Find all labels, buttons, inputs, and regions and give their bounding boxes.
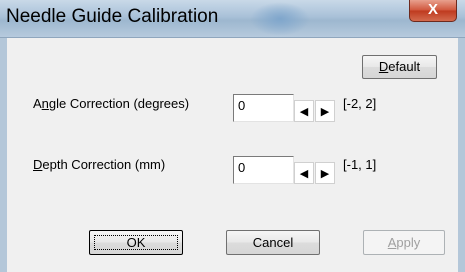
angle-increment-button[interactable]: ▶	[315, 100, 335, 122]
title-bar[interactable]: Needle Guide Calibration X	[0, 0, 465, 38]
default-button[interactable]: Default	[362, 55, 437, 79]
default-button-mnemonic: D	[378, 59, 389, 74]
window-border-left	[0, 38, 7, 272]
triangle-right-icon: ▶	[320, 167, 330, 180]
depth-correction-input[interactable]: 0	[233, 156, 294, 184]
angle-range: [-2, 2]	[343, 96, 377, 111]
angle-correction-label: Angle Correction (degrees)	[33, 96, 190, 111]
close-button[interactable]: X	[409, 0, 457, 22]
focus-rectangle	[94, 235, 178, 250]
apply-button[interactable]: Apply	[363, 230, 445, 255]
close-icon: X	[427, 1, 438, 18]
apply-button-label: pply	[396, 235, 421, 250]
depth-range: [-1, 1]	[343, 157, 377, 172]
window-title: Needle Guide Calibration	[6, 6, 219, 27]
dialog-body: Default Angle Correction (degrees) 0 ◀ ▶…	[7, 38, 458, 272]
angle-correction-input[interactable]: 0	[233, 94, 294, 122]
triangle-right-icon: ▶	[320, 105, 330, 118]
title-bar-glow	[250, 2, 310, 36]
triangle-left-icon: ◀	[299, 105, 309, 118]
cancel-button[interactable]: Cancel	[226, 230, 320, 255]
window-border-right	[458, 38, 465, 272]
angle-decrement-button[interactable]: ◀	[294, 100, 314, 122]
cancel-button-label: Cancel	[252, 235, 294, 250]
depth-decrement-button[interactable]: ◀	[294, 162, 314, 184]
depth-increment-button[interactable]: ▶	[315, 162, 335, 184]
triangle-left-icon: ◀	[299, 167, 309, 180]
depth-correction-label: Depth Correction (mm)	[33, 157, 166, 172]
default-button-label: efault	[388, 59, 421, 74]
ok-button[interactable]: OK	[89, 230, 183, 255]
